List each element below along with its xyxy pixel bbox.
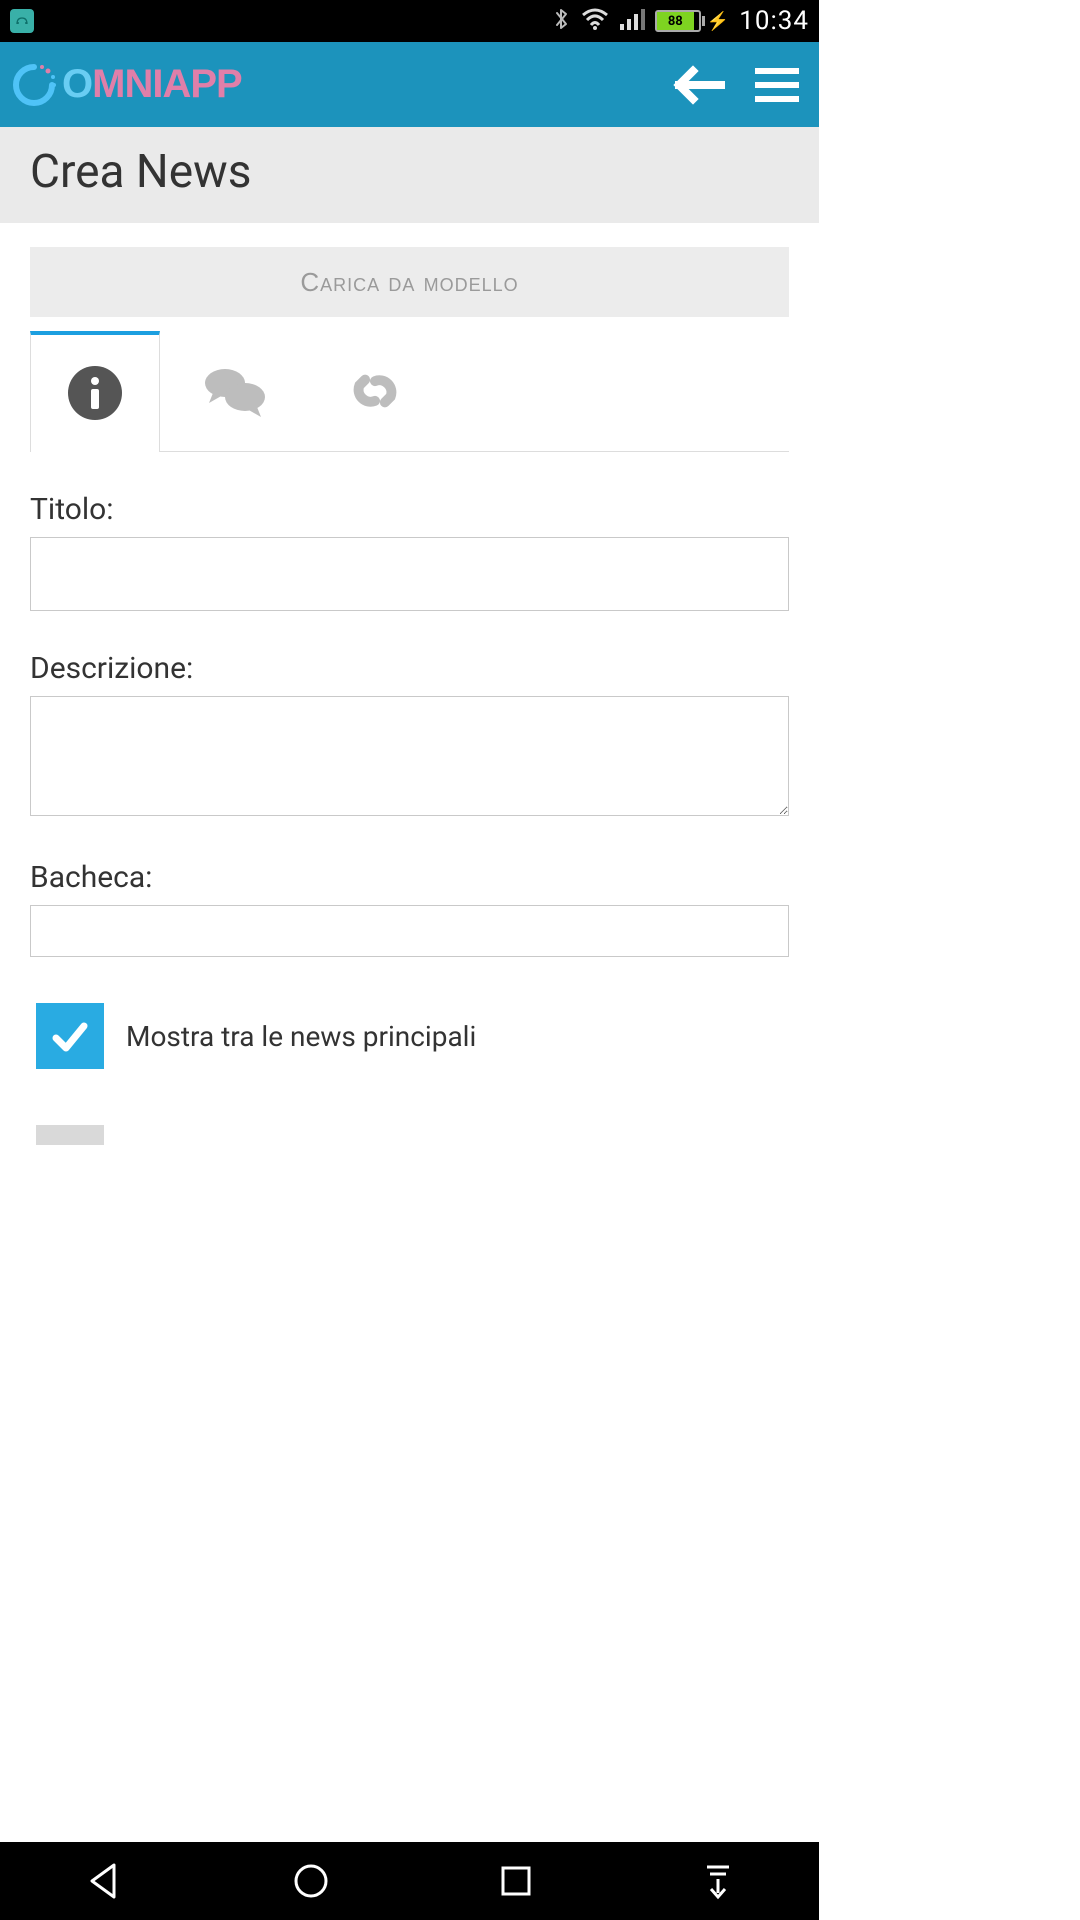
title-group: Titolo: <box>30 492 789 611</box>
menu-button[interactable] <box>755 68 799 102</box>
status-left <box>10 9 34 33</box>
tab-info[interactable] <box>30 331 160 451</box>
wifi-icon <box>581 8 609 34</box>
android-status-bar: 88 ⚡ 10:34 <box>0 0 819 42</box>
bluetooth-icon <box>553 6 571 36</box>
recent-app-icon <box>10 9 34 33</box>
description-group: Descrizione: <box>30 651 789 820</box>
check-icon <box>50 1016 90 1056</box>
info-icon <box>68 366 122 420</box>
back-button[interactable] <box>669 65 725 105</box>
description-input[interactable] <box>30 696 789 816</box>
page-title: Crea News <box>30 145 789 199</box>
comments-icon <box>203 363 267 419</box>
title-input[interactable] <box>30 537 789 611</box>
board-group: Bacheca: <box>30 860 789 957</box>
logo-bubble-icon <box>6 57 62 113</box>
board-label: Bacheca: <box>30 860 789 895</box>
tab-comments[interactable] <box>170 331 300 451</box>
logo-text: OMNIAPP <box>62 62 242 107</box>
main-content: Carica da modello Titolo: Descrizione: B… <box>0 223 819 1145</box>
description-label: Descrizione: <box>30 651 789 686</box>
nav-back-icon[interactable] <box>84 1861 124 1901</box>
show-main-row: Mostra tra le news principali <box>30 1003 789 1069</box>
next-checkbox-partial[interactable] <box>36 1125 104 1145</box>
nav-download-icon[interactable] <box>701 1861 735 1901</box>
android-nav-bar <box>0 1842 819 1920</box>
app-header: OMNIAPP <box>0 42 819 127</box>
show-main-label: Mostra tra le news principali <box>126 1020 476 1053</box>
status-right: 88 ⚡ 10:34 <box>553 6 809 36</box>
charging-icon: ⚡ <box>707 11 729 32</box>
nav-recent-icon[interactable] <box>498 1863 534 1899</box>
board-select[interactable] <box>30 905 789 957</box>
link-icon <box>346 362 404 420</box>
tab-link[interactable] <box>310 331 440 451</box>
load-template-button[interactable]: Carica da modello <box>30 247 789 317</box>
status-clock: 10:34 <box>739 6 809 36</box>
battery-percent: 88 <box>657 12 694 30</box>
title-label: Titolo: <box>30 492 789 527</box>
tabs <box>30 331 789 452</box>
nav-home-icon[interactable] <box>291 1861 331 1901</box>
battery-icon: 88 ⚡ <box>655 10 729 32</box>
page-title-bar: Crea News <box>0 127 819 223</box>
app-logo[interactable]: OMNIAPP <box>6 57 242 113</box>
signal-icon <box>619 8 645 34</box>
show-main-checkbox[interactable] <box>36 1003 104 1069</box>
